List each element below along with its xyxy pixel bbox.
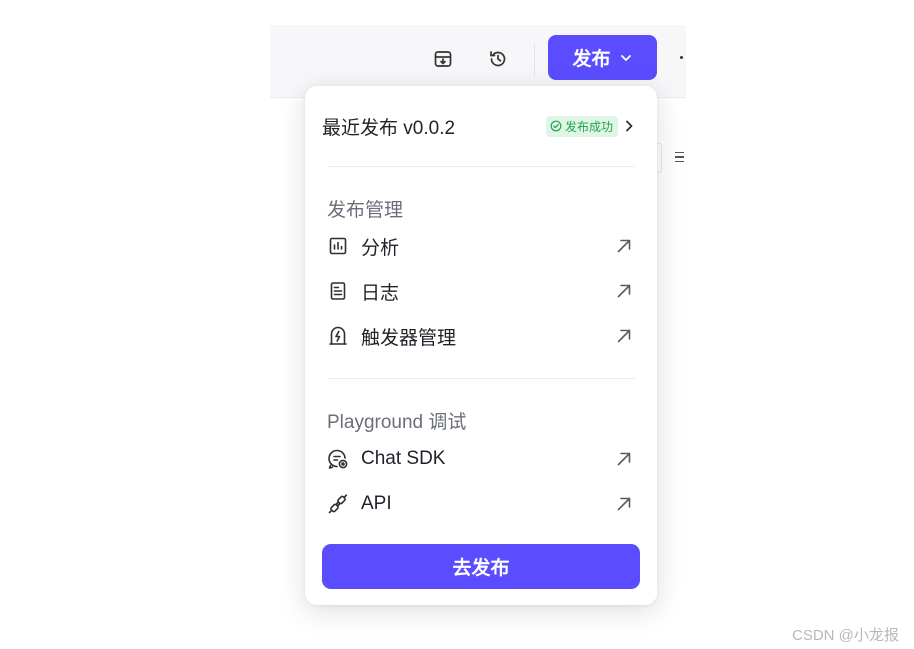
history-icon[interactable] — [487, 48, 509, 70]
menu-item-api[interactable]: API — [327, 490, 635, 518]
menu-item-label: 触发器管理 — [361, 327, 457, 349]
recent-publish-label: 最近发布 v0.0.2 — [322, 117, 456, 139]
divider — [327, 166, 635, 167]
api-icon — [327, 493, 349, 515]
menu-item-label: 分析 — [361, 237, 400, 259]
list-icon[interactable] — [675, 147, 687, 167]
menu-item-logs[interactable]: 日志 — [327, 277, 635, 305]
section-title-manage: 发布管理 — [327, 200, 404, 221]
external-link-icon — [617, 497, 631, 511]
analytics-icon — [327, 235, 349, 257]
menu-item-label: API — [361, 493, 392, 514]
menu-item-label: Chat SDK — [361, 448, 446, 469]
recent-publish-row[interactable]: 最近发布 v0.0.2 发布成功 — [322, 114, 640, 139]
more-menu-icon[interactable] — [680, 56, 683, 59]
external-link-icon — [617, 239, 631, 253]
chat-sdk-icon — [327, 448, 349, 470]
watermark: CSDN @小龙报 — [792, 627, 899, 644]
publish-button-label: 发布 — [572, 49, 611, 70]
menu-item-triggers[interactable]: 触发器管理 — [327, 322, 635, 350]
chevron-down-icon — [620, 54, 631, 61]
menu-item-chat-sdk[interactable]: Chat SDK — [327, 445, 635, 473]
check-circle-icon — [550, 120, 562, 132]
trigger-icon — [327, 325, 349, 347]
external-link-icon — [617, 284, 631, 298]
publish-dropdown: 最近发布 v0.0.2 发布成功 发布管理 分析 日志 触发器管理 Playgr… — [305, 86, 657, 605]
publish-button[interactable]: 发布 — [548, 35, 657, 80]
divider — [327, 378, 635, 379]
external-link-icon — [617, 452, 631, 466]
section-title-playground: Playground 调试 — [327, 412, 467, 433]
download-box-icon[interactable] — [432, 48, 454, 70]
status-badge: 发布成功 — [545, 115, 618, 137]
toolbar-divider — [534, 43, 535, 77]
external-link-icon — [617, 329, 631, 343]
status-badge-label: 发布成功 — [564, 119, 613, 134]
menu-item-label: 日志 — [361, 282, 400, 304]
chevron-right-icon — [626, 120, 633, 132]
log-icon — [327, 280, 349, 302]
go-publish-button[interactable]: 去发布 — [322, 544, 640, 589]
menu-item-analytics[interactable]: 分析 — [327, 232, 635, 260]
